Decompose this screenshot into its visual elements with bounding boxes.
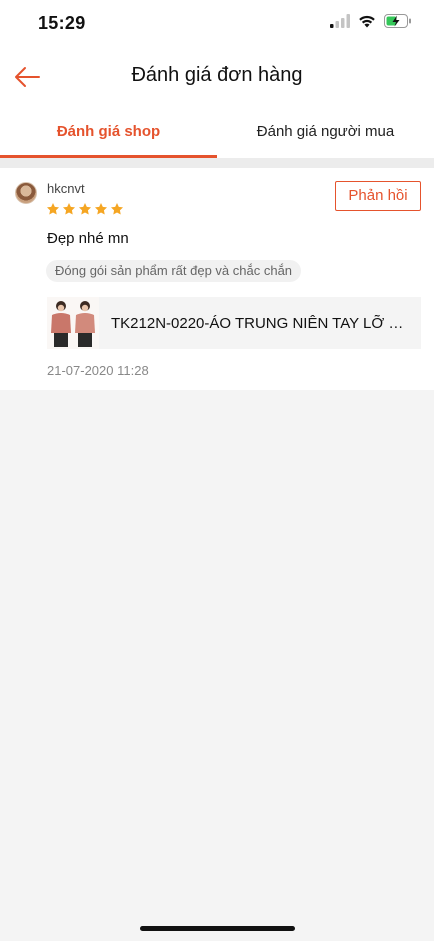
avatar: [15, 182, 37, 204]
wifi-icon: [359, 15, 375, 28]
status-bar: 15:29: [0, 0, 434, 48]
home-indicator: [140, 926, 295, 931]
product-name: TK212N-0220-ÁO TRUNG NIÊN TAY LỠ B...: [111, 314, 407, 332]
tab-shop-reviews[interactable]: Đánh giá shop: [0, 106, 217, 158]
star-icon: [110, 203, 124, 215]
review-card: hkcnvt Phản hồi Đẹp nhé mn Đóng gói sản …: [0, 168, 434, 390]
page-title: Đánh giá đơn hàng: [131, 64, 303, 86]
battery-charging-icon: [384, 14, 411, 28]
status-time: 15:29: [38, 13, 86, 33]
nav-bar: Đánh giá đơn hàng: [0, 48, 434, 106]
star-icon: [94, 203, 108, 215]
star-icon: [46, 203, 60, 215]
tab-buyer-reviews[interactable]: Đánh giá người mua: [217, 106, 434, 158]
reviewer-username: hkcnvt: [47, 181, 85, 196]
review-comment: Đẹp nhé mn: [47, 230, 129, 247]
status-icons: [330, 14, 412, 28]
review-tag: Đóng gói sản phẩm rất đẹp và chắc chắn: [46, 260, 302, 282]
review-date: 21-07-2020 11:28: [47, 363, 149, 378]
star-icon: [78, 203, 92, 215]
section-divider: [0, 158, 434, 168]
screen: 15:29 Đánh giá đơn hàng Đánh giá shop Đá…: [0, 0, 434, 941]
rating-stars: [46, 202, 124, 216]
product-thumbnail: [47, 297, 99, 349]
reply-button[interactable]: Phản hồi: [335, 181, 421, 211]
star-icon: [62, 203, 76, 215]
tab-bar: Đánh giá shop Đánh giá người mua: [0, 106, 434, 158]
cellular-signal-icon: [330, 14, 350, 28]
product-row[interactable]: TK212N-0220-ÁO TRUNG NIÊN TAY LỠ B...: [47, 297, 421, 349]
